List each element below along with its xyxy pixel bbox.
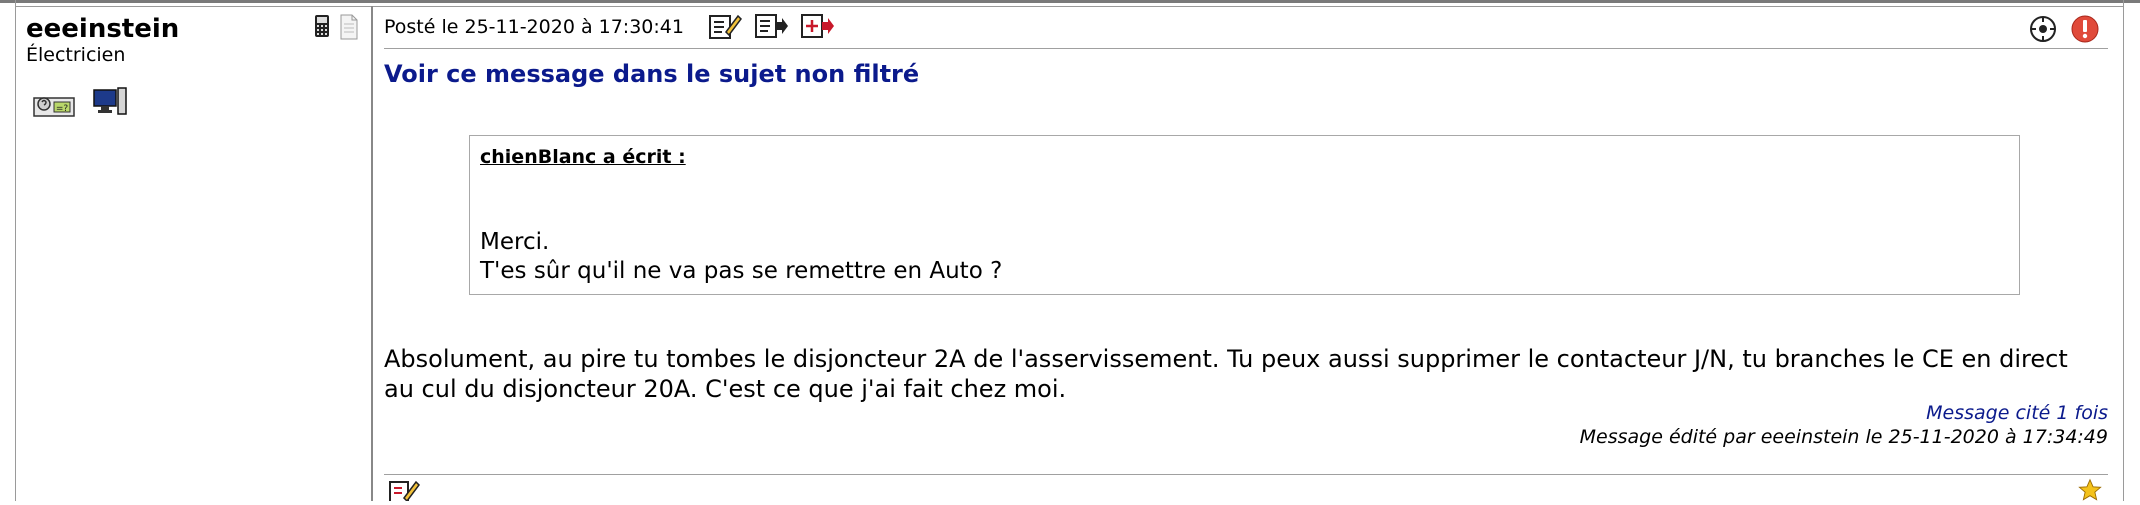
phone-icon[interactable] [312, 14, 332, 38]
post-right-icons [2028, 14, 2100, 48]
multi-quote-icon[interactable] [800, 12, 834, 44]
edited-info: Message édité par eeeinstein le 25-11-20… [1579, 426, 2108, 448]
quote-author[interactable]: chienBlanc a écrit : [480, 146, 686, 168]
view-unfiltered-link[interactable]: Voir ce message dans le sujet non filtré [384, 60, 919, 88]
cited-count-link[interactable]: Message cité 1 fois [1926, 402, 2108, 424]
view-icon[interactable] [2028, 14, 2058, 48]
svg-text:=?: =? [56, 104, 69, 114]
post-date: Posté le 25-11-2020 à 17:30:41 [384, 16, 684, 38]
frame-left-border [15, 0, 16, 501]
quote-line: Merci. [480, 229, 550, 255]
column-separator [371, 6, 373, 501]
frame-top-border [15, 6, 2124, 7]
header-divider [384, 48, 2108, 49]
edit-icon[interactable] [708, 12, 742, 44]
author-name[interactable]: eeeinstein [26, 14, 179, 44]
alert-icon[interactable] [2070, 14, 2100, 48]
frame-right-border [2123, 0, 2124, 501]
quote-line: T'es sûr qu'il ne va pas se remettre en … [480, 258, 1003, 284]
document-icon[interactable] [338, 14, 358, 40]
post-actions [708, 12, 834, 44]
computer-icon[interactable] [92, 86, 128, 122]
quote-icon[interactable] [754, 12, 788, 44]
profile-card-icon[interactable]: =? [32, 90, 76, 122]
quote-block: chienBlanc a écrit : Merci. T'es sûr qu'… [469, 135, 2020, 295]
post-body: Absolument, au pire tu tombes le disjonc… [384, 345, 2068, 403]
author-profile-icons: =? [32, 86, 128, 122]
author-role: Électricien [26, 44, 126, 66]
author-top-icons [312, 14, 358, 40]
footer-divider [384, 474, 2108, 475]
